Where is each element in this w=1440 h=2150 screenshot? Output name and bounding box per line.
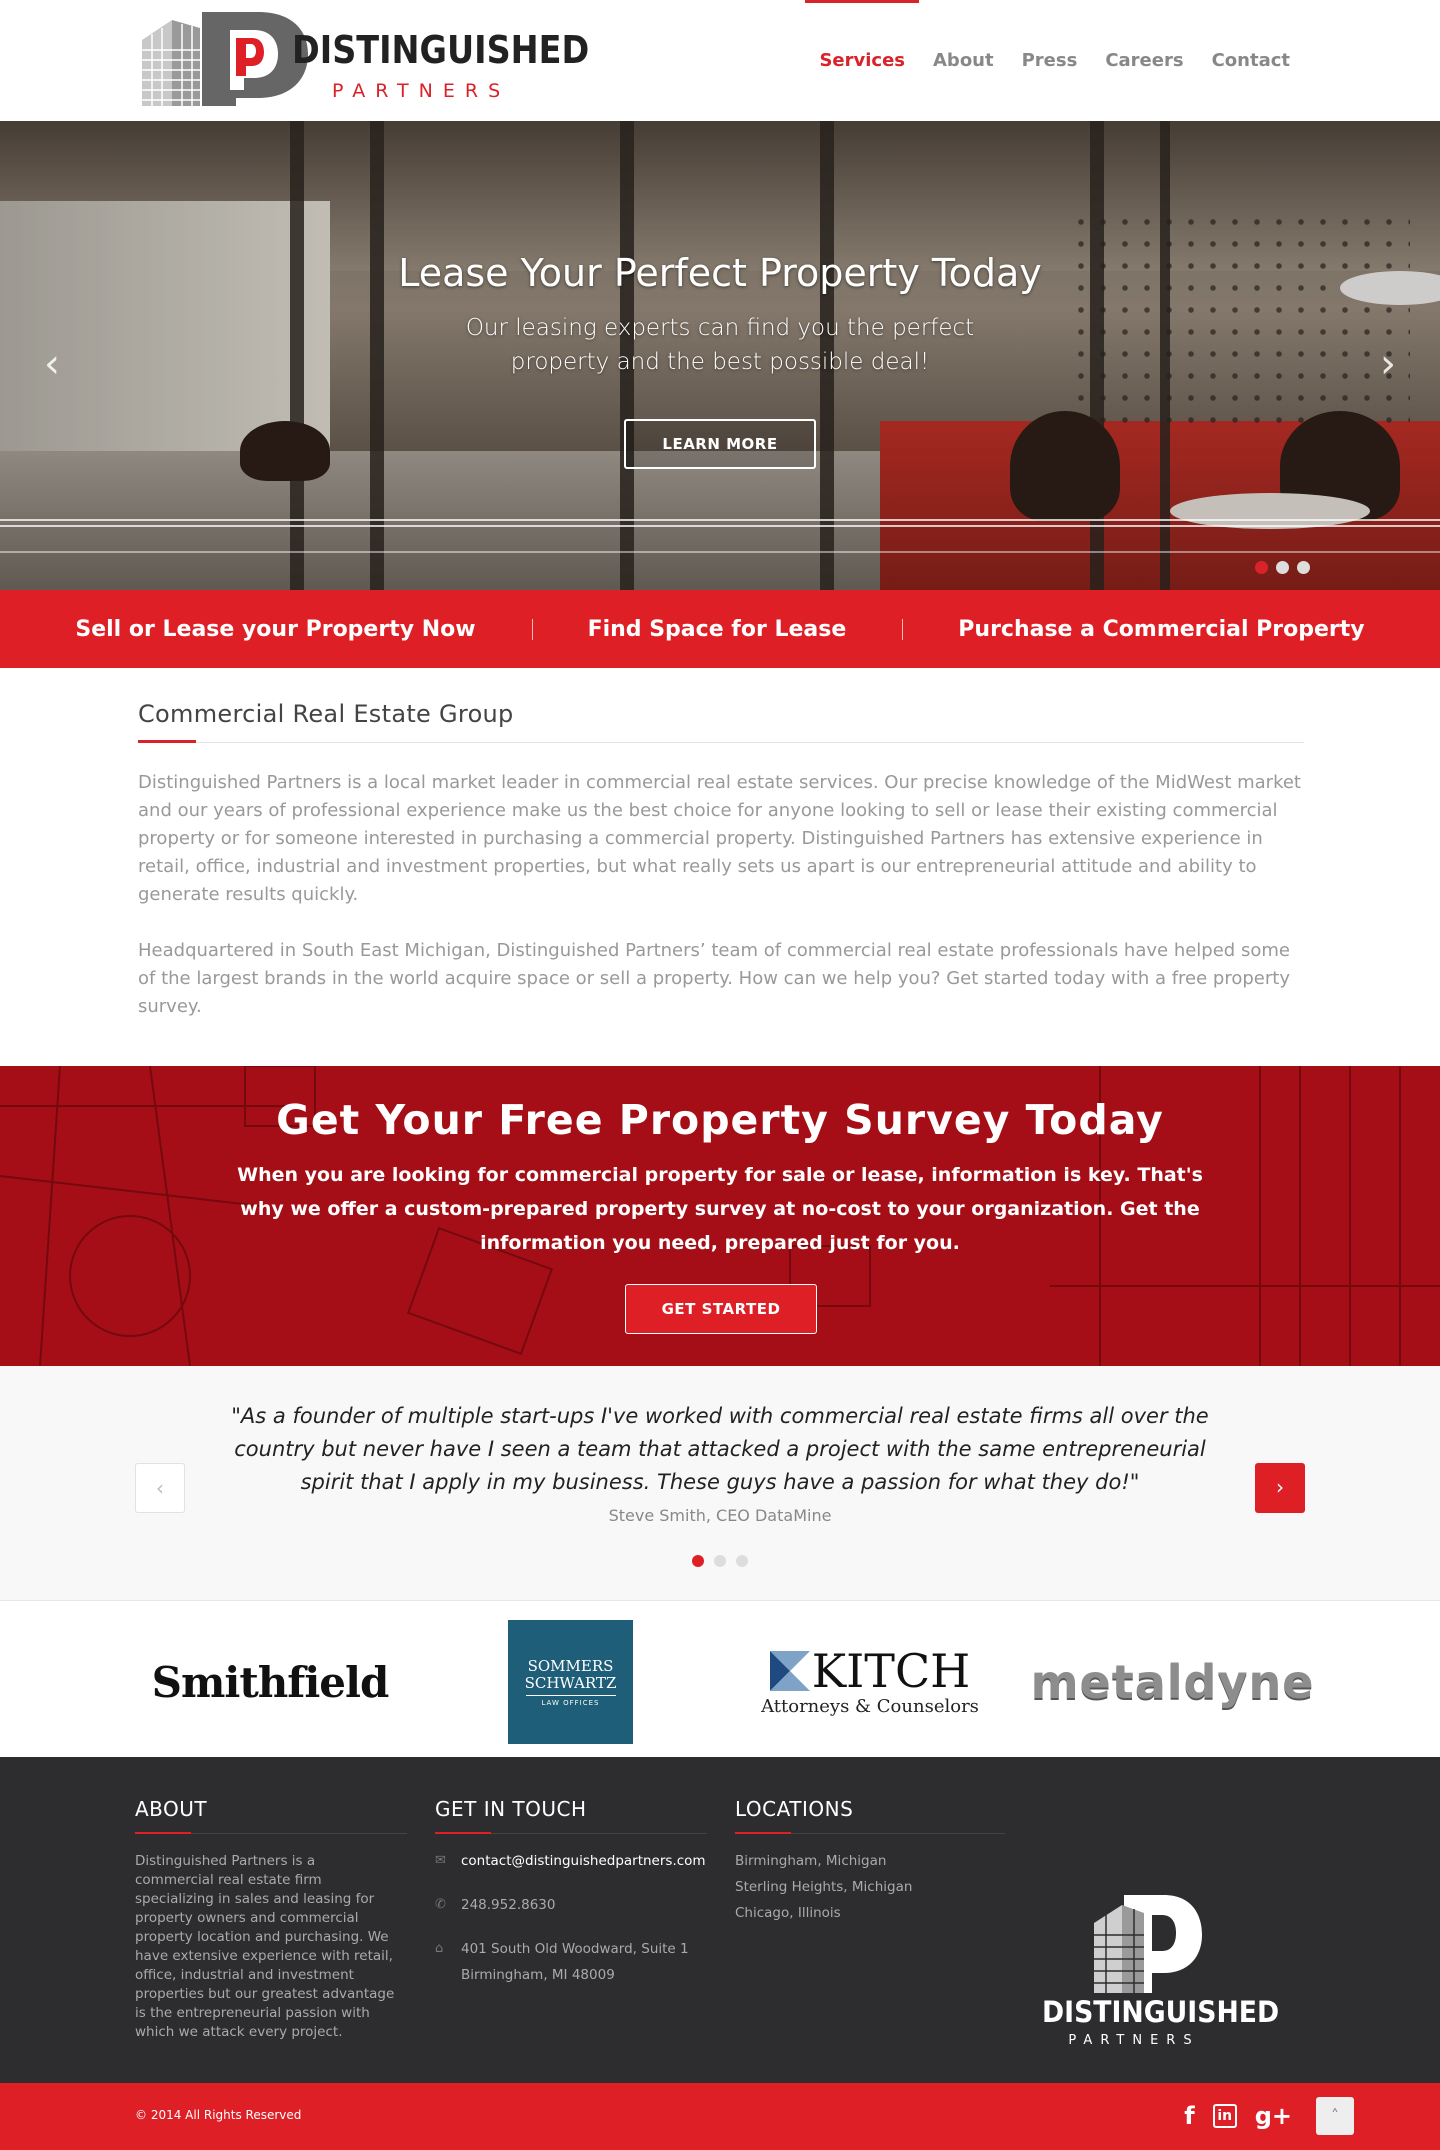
footer-about: ABOUT Distinguished Partners is a commer… [135,1797,407,2042]
site-footer: ABOUT Distinguished Partners is a commer… [0,1757,1440,2083]
testimonial-dot[interactable] [714,1555,726,1567]
hero-pager-dot[interactable] [1297,561,1310,574]
intro-section: Commercial Real Estate Group Distinguish… [138,700,1304,1021]
linkedin-icon[interactable]: in [1212,2104,1237,2128]
nav-about[interactable]: About [919,0,1008,121]
address-line2: Birmingham, MI 48009 [461,1967,615,1983]
kitch-word: KITCH [811,1643,971,1698]
get-started-button[interactable]: GET STARTED [625,1284,817,1334]
footer-email[interactable]: contact@distinguishedpartners.com [461,1848,706,1874]
home-icon: ⌂ [435,1941,444,1956]
testimonial-author: Steve Smith, CEO DataMine [608,1506,832,1525]
footer-logo-subtitle: PARTNERS [1068,2033,1200,2048]
copyright-text: © 2014 All Rights Reserved [135,2108,302,2122]
sommers-line1: SOMMERS [527,1656,614,1675]
client-logo-sommers-schwartz: SOMMERS SCHWARTZ LAW OFFICES [508,1620,633,1744]
footer-phone[interactable]: 248.952.8630 [461,1892,555,1918]
nav-services[interactable]: Services [805,0,919,121]
sommers-line2: SCHWARTZ [524,1673,617,1692]
testimonial-quote: "As a founder of multiple start-ups I've… [231,1404,1209,1494]
hero-pager-dot[interactable] [1276,561,1289,574]
logo-name: DISTINGUISHED [292,28,590,72]
survey-banner: Get Your Free Property Survey Today When… [0,1066,1440,1366]
hero-slider: Lease Your Perfect Property Today Our le… [0,121,1440,590]
kitch-mark-icon [769,1650,810,1691]
footer-heading: LOCATIONS [735,1797,1005,1834]
kitch-tag: Attorneys & Counselors [761,1695,979,1717]
testimonial-dot[interactable] [692,1555,704,1567]
intro-paragraph: Headquartered in South East Michigan, Di… [138,940,1290,1017]
hero-bg-rail [0,519,1440,521]
social-links: f in g+ ˄ [1184,2097,1354,2135]
footer-logo: DISTINGUISHED PARTNERS [1034,1893,1280,2063]
chevron-right-icon[interactable]: › [1380,341,1396,387]
section-heading: Commercial Real Estate Group [138,700,1304,743]
location-item: Birmingham, Michigan [735,1853,887,1869]
testimonial-section: "As a founder of multiple start-ups I've… [0,1366,1440,1601]
footer-logo-name: DISTINGUISHED [1042,1995,1280,2029]
nav-careers[interactable]: Careers [1091,0,1197,121]
survey-text: When you are looking for commercial prop… [237,1164,1203,1254]
kitch-row: KITCH [769,1643,971,1698]
testimonial-pager [0,1555,1440,1567]
logo-subtitle: PARTNERS [332,80,511,102]
client-logo-smithfield: Smithfield [151,1657,390,1707]
client-logo-metaldyne: metaldyne [1030,1655,1315,1709]
client-logos: Smithfield SOMMERS SCHWARTZ LAW OFFICES … [0,1602,1440,1757]
facebook-icon[interactable]: f [1184,2102,1194,2130]
hero-bg-rail [0,551,1440,553]
copyright-bar: © 2014 All Rights Reserved f in g+ ˄ [0,2083,1440,2150]
sell-lease-link[interactable]: Sell or Lease your Property Now [19,617,531,642]
envelope-icon: ✉ [435,1853,446,1868]
footer-email-row: ✉ contact@distinguishedpartners.com [435,1848,707,1874]
divider [525,1694,616,1696]
quick-links-bar: Sell or Lease your Property Now Find Spa… [0,590,1440,668]
survey-title: Get Your Free Property Survey Today [276,1096,1164,1144]
purchase-link[interactable]: Purchase a Commercial Property [902,617,1420,642]
footer-address-row: ⌂ 401 South Old Woodward, Suite 1 Birmin… [435,1936,707,1988]
sommers-tag: LAW OFFICES [541,1698,600,1707]
back-to-top-icon[interactable]: ˄ [1316,2097,1354,2135]
p-logo-mark [1094,1895,1202,1993]
footer-about-text: Distinguished Partners is a commercial r… [135,1853,395,2040]
nav-press[interactable]: Press [1008,0,1092,121]
footer-heading: GET IN TOUCH [435,1797,707,1834]
phone-icon: ✆ [435,1897,446,1912]
footer-address: 401 South Old Woodward, Suite 1 Birmingh… [461,1936,689,1988]
learn-more-button[interactable]: LEARN MORE [624,419,816,469]
hero-pager-dot[interactable] [1255,561,1268,574]
main-nav: Services About Press Careers Contact [805,0,1304,121]
find-space-link[interactable]: Find Space for Lease [531,617,903,642]
footer-heading: ABOUT [135,1797,407,1834]
footer-locations: LOCATIONS Birmingham, Michigan Sterling … [735,1797,1005,1926]
testimonial-dot[interactable] [736,1555,748,1567]
google-plus-icon[interactable]: g+ [1255,2102,1292,2130]
address-line1: 401 South Old Woodward, Suite 1 [461,1941,689,1957]
site-header: DISTINGUISHED PARTNERS Services About Pr… [0,0,1440,121]
intro-paragraph: Distinguished Partners is a local market… [138,772,1301,905]
footer-contact: GET IN TOUCH ✉ contact@distinguishedpart… [435,1797,707,1988]
footer-phone-row: ✆ 248.952.8630 [435,1892,707,1918]
location-item: Sterling Heights, Michigan [735,1879,913,1895]
chevron-left-icon[interactable]: ‹ [135,1463,185,1513]
chevron-left-icon[interactable]: ‹ [44,341,60,387]
nav-contact[interactable]: Contact [1198,0,1304,121]
hero-pager [1255,561,1310,574]
location-item: Chicago, Illinois [735,1905,841,1921]
hero-text: Our leasing experts can find you the per… [465,315,975,375]
logo[interactable]: DISTINGUISHED PARTNERS [136,10,606,108]
hero-title: Lease Your Perfect Property Today [398,251,1042,295]
chevron-right-icon[interactable]: › [1255,1463,1305,1513]
locations-list: Birmingham, Michigan Sterling Heights, M… [735,1848,1005,1926]
hero-bg-rail [0,525,1440,527]
client-logo-kitch: KITCH Attorneys & Counselors [760,1620,980,1744]
